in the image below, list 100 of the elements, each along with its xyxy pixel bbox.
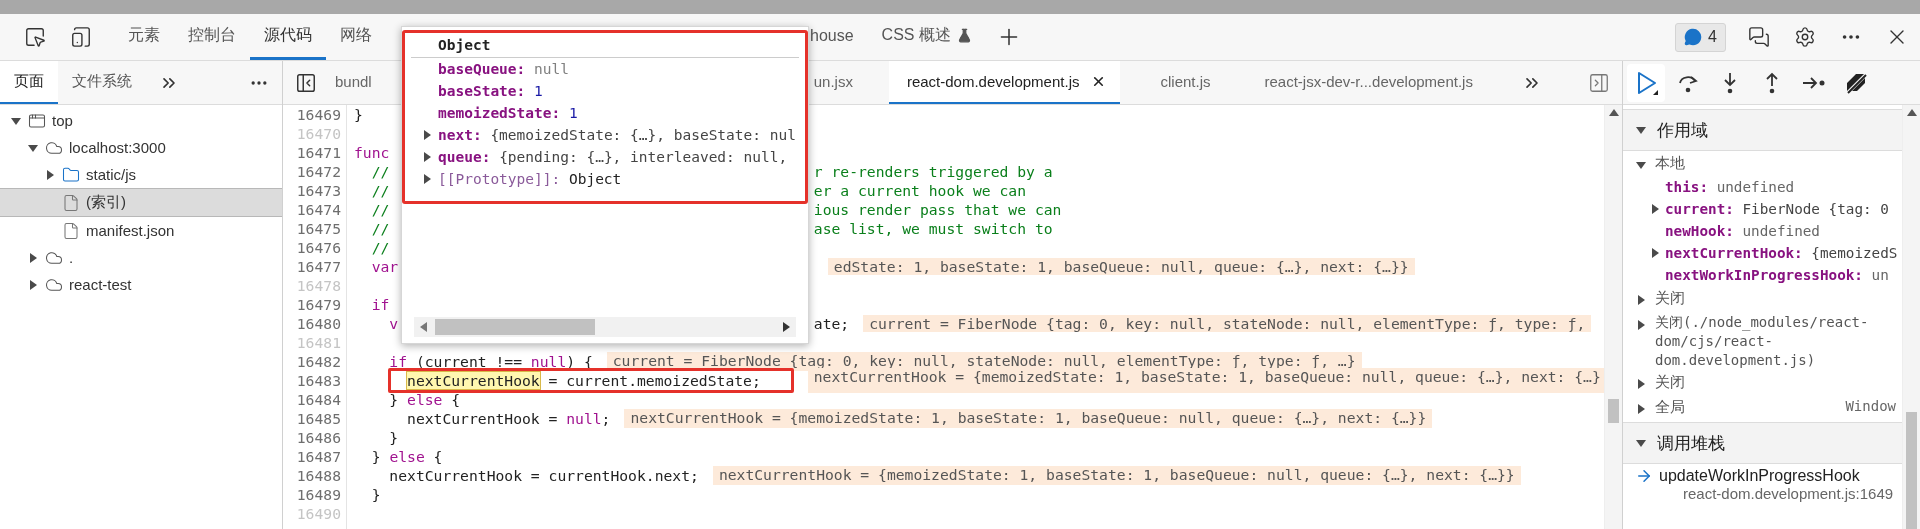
scroll-left-arrow-icon[interactable] (420, 322, 427, 332)
code-text: v (388, 314, 399, 333)
stack-frame[interactable]: updateWorkInProgressHook (1659, 467, 1894, 485)
expand-arrow-icon[interactable] (1649, 203, 1661, 215)
scope-group[interactable]: 关闭(./node_modules/react-dom/cjs/react-dom.development.js) (1623, 311, 1902, 370)
tree-item[interactable]: static/js (0, 161, 282, 188)
code-text: var (370, 257, 399, 276)
expand-arrow-icon[interactable] (27, 278, 39, 291)
file-tab[interactable]: client.js (1142, 61, 1225, 104)
scope-property: current: FiberNode {tag: 0 (1665, 201, 1889, 217)
code-text: func (354, 143, 390, 162)
line-number: 16479 (295, 295, 341, 314)
code-text: nextCurrentHook = null; (406, 409, 611, 428)
expand-arrow-icon[interactable] (1649, 247, 1661, 259)
file-tab[interactable]: react-dom.development.js (888, 61, 1121, 104)
code-text: } else { (388, 390, 461, 409)
inline-value: nextCurrentHook = {memoizedState: 1, baseState: 1, baseQueue: null, queue: {…}, next: {…}} (712, 466, 1521, 485)
scrollbar[interactable] (1902, 105, 1920, 529)
expand-arrow-icon[interactable] (421, 129, 433, 141)
expand-arrow-icon[interactable] (1635, 319, 1647, 331)
scope-group[interactable]: 全局 Window (1623, 395, 1902, 420)
object-property: [[Prototype]]: Object (438, 171, 622, 187)
scrollbar[interactable] (414, 317, 796, 337)
inline-value: edState: 1, baseState: 1, baseQueue: null, queue: {…}, next: {…}} (827, 258, 1415, 275)
code-text: ious render pass that we can (813, 200, 1062, 219)
code-text: ate; (813, 314, 850, 333)
folder-icon (62, 165, 80, 184)
expand-arrow-icon[interactable] (1635, 294, 1647, 306)
flask-icon (956, 28, 972, 43)
line-number: 16472 (295, 162, 341, 181)
resume-button[interactable] (1627, 63, 1665, 102)
panel-tab[interactable]: 网络 (326, 14, 386, 60)
scrollbar[interactable] (1604, 105, 1622, 529)
scope-group[interactable]: 关闭 (1623, 286, 1902, 311)
scroll-up-arrow-icon[interactable] (1906, 109, 1917, 116)
expand-arrow-icon[interactable] (27, 251, 39, 264)
tree-item[interactable]: manifest.json (0, 217, 282, 244)
line-number: 16489 (295, 485, 341, 504)
section-header[interactable]: 作用域 (1623, 109, 1902, 151)
code-text: nextCurrentHook = currentHook.next; (388, 466, 699, 485)
line-number: 16481 (295, 333, 341, 352)
file-tab[interactable]: un.jsx (795, 61, 867, 104)
section-header[interactable]: 调用堆栈 (1623, 422, 1902, 464)
file-icon (62, 221, 80, 240)
expand-arrow-icon[interactable] (421, 151, 433, 163)
scroll-right-arrow-icon[interactable] (783, 322, 790, 332)
file-tab[interactable]: bundl (329, 61, 386, 104)
line-number: 16470 (295, 124, 341, 143)
navigator-tab[interactable]: 页面 (0, 61, 58, 104)
code-text: // (370, 238, 390, 257)
panel-tab[interactable]: CSS 概述 (867, 14, 986, 60)
code-text: nextCurrentHook = current.memoizedState; (407, 371, 761, 390)
tree-item[interactable]: top (0, 107, 282, 134)
scrollbar-thumb[interactable] (1906, 412, 1917, 529)
line-number: 16475 (295, 219, 341, 238)
issues-button[interactable]: 4 (1675, 22, 1726, 52)
scrollbar-thumb[interactable] (1608, 399, 1619, 423)
tree-item[interactable]: . (0, 244, 282, 271)
scope-group[interactable]: 关闭 (1623, 370, 1902, 395)
scope-property: nextWorkInProgressHook: un (1665, 267, 1889, 283)
code-text: // (370, 200, 390, 219)
file-tab[interactable]: react-jsx-dev-r...development.js (1246, 61, 1487, 104)
code-text: // (370, 219, 390, 238)
inline-value: current = FiberNode {tag: 0, key: null, stateNode: null, elementType: ƒ, type: ƒ, (863, 315, 1592, 332)
code-text: // (370, 162, 390, 181)
tree-item[interactable]: (索引) (0, 188, 282, 217)
code-text: if (370, 295, 390, 314)
line-number: 16471 (295, 143, 341, 162)
line-number: 16478 (295, 276, 341, 295)
tree-item[interactable]: react-test (0, 271, 282, 298)
object-property: queue: {pending: {…}, interleaved: null, (438, 149, 788, 165)
line-number: 16483 (295, 371, 341, 390)
scope-group[interactable]: 本地 (1623, 151, 1902, 176)
inline-value: nextCurrentHook = {memoizedState: 1, baseState: 1, baseQueue: null, queue: {…}, next: {…}} (624, 409, 1433, 428)
expand-arrow-icon[interactable] (1635, 378, 1647, 390)
expand-arrow-icon[interactable] (1635, 124, 1647, 136)
navigator-tab[interactable]: 文件系统 (58, 61, 146, 104)
line-number: 16473 (295, 181, 341, 200)
object-property: next: {memoizedState: {…}, baseState: nul (438, 127, 796, 143)
panel-tab[interactable]: 控制台 (174, 14, 250, 60)
expand-arrow-icon[interactable] (44, 168, 56, 181)
expand-arrow-icon[interactable] (1635, 403, 1647, 415)
expand-arrow-icon[interactable] (1635, 437, 1647, 449)
scroll-up-arrow-icon[interactable] (1608, 109, 1619, 116)
expand-arrow-icon[interactable] (421, 173, 433, 185)
panel-tab[interactable]: 元素 (114, 14, 174, 60)
line-number: 16474 (295, 200, 341, 219)
scrollbar-thumb[interactable] (435, 319, 595, 335)
tree-item[interactable]: localhost:3000 (0, 134, 282, 161)
line-number: 16477 (295, 257, 341, 276)
line-number: 16484 (295, 390, 341, 409)
object-property: baseState: 1 (438, 83, 543, 99)
panel-tab[interactable]: house (796, 14, 868, 60)
line-number: 16480 (295, 314, 341, 333)
frame-location: react-dom.development.js:1649 (1682, 485, 1894, 502)
expand-arrow-icon[interactable] (1635, 159, 1647, 171)
line-number: 16487 (295, 447, 341, 466)
line-number: 16490 (295, 504, 341, 523)
scope-property: newHook: undefined (1665, 223, 1820, 239)
line-number: 16485 (295, 409, 341, 428)
